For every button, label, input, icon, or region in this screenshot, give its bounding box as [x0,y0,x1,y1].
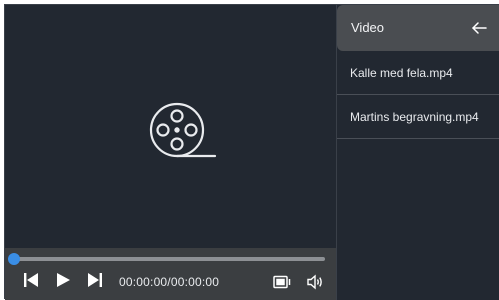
picture-in-picture-icon[interactable] [273,275,291,289]
video-display[interactable] [5,5,336,248]
time-display: 00:00:00/00:00:00 [119,275,220,289]
video-file-name: Kalle med fela.mp4 [350,66,453,80]
video-list-item[interactable]: Martins begravning.mp4 [337,96,499,139]
video-player-window: 00:00:00/00:00:00 Video Kalle med fela.m… [4,4,499,300]
player-controls: 00:00:00/00:00:00 [5,248,336,300]
play-icon[interactable] [55,272,71,288]
film-reel-icon [149,102,217,158]
skip-previous-icon[interactable] [23,272,39,288]
volume-icon[interactable] [306,274,324,290]
arrow-left-icon[interactable] [470,20,488,36]
sidebar-title: Video [351,20,385,35]
skip-next-icon[interactable] [87,272,103,288]
progress-thumb[interactable] [8,253,20,265]
video-file-name: Martins begravning.mp4 [350,110,479,124]
sidebar-header: Video [337,5,499,51]
video-sidebar: Video Kalle med fela.mp4 Martins begravn… [336,5,499,300]
progress-bar[interactable] [12,257,325,261]
video-list-item[interactable]: Kalle med fela.mp4 [337,52,499,95]
